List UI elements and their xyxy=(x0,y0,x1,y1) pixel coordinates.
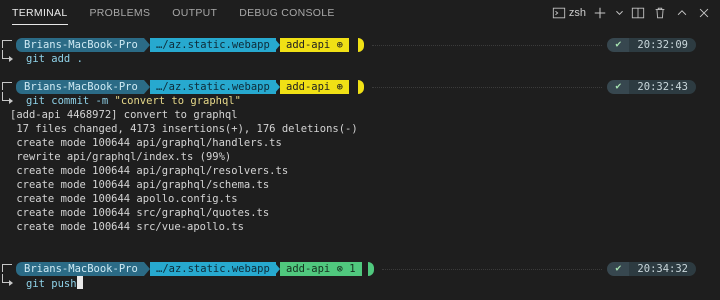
prompt-line: Brians-MacBook-Pro …/az.static.webapp ad… xyxy=(0,262,720,276)
status-ok-icon: ✔ xyxy=(607,80,630,94)
command-line: git push xyxy=(0,274,720,291)
terminal-icon xyxy=(551,5,567,21)
output-line: 17 files changed, 4173 insertions(+), 17… xyxy=(10,123,358,135)
close-icon[interactable] xyxy=(696,5,712,21)
prompt-bracket xyxy=(2,40,12,48)
prompt-status: ✔ 20:32:09 xyxy=(607,38,696,52)
prompt-time: 20:32:43 xyxy=(629,80,696,94)
panel-tab-bar: TERMINAL PROBLEMS OUTPUT DEBUG CONSOLE z… xyxy=(0,0,720,26)
output-line: create mode 100644 api/graphql/schema.ts xyxy=(10,179,270,191)
output-line: create mode 100644 api/graphql/handlers.… xyxy=(10,137,282,149)
shell-name: zsh xyxy=(568,7,586,19)
trash-icon[interactable] xyxy=(652,5,668,21)
prompt-path: …/az.static.webapp xyxy=(150,80,276,94)
output-line: create mode 100644 src/graphql/quotes.ts xyxy=(10,207,270,219)
tab-terminal[interactable]: TERMINAL xyxy=(0,0,79,26)
command-text: git commit -m "convert to graphql" xyxy=(26,94,241,108)
prompt-host: Brians-MacBook-Pro xyxy=(22,80,144,94)
shell-selector[interactable]: zsh xyxy=(551,5,586,21)
prompt-git-branch: add-api ⊕ xyxy=(280,38,349,52)
terminal-cursor xyxy=(76,276,83,289)
command-argument: "convert to graphql" xyxy=(114,95,241,107)
prompt-path: …/az.static.webapp xyxy=(150,262,276,276)
tab-debug-console[interactable]: DEBUG CONSOLE xyxy=(228,0,346,26)
command-text: git push xyxy=(26,276,83,291)
prompt-path: …/az.static.webapp xyxy=(150,38,276,52)
tab-output[interactable]: OUTPUT xyxy=(161,0,228,26)
prompt-host: Brians-MacBook-Pro xyxy=(22,38,144,52)
command-line: git commit -m "convert to graphql" xyxy=(0,92,720,108)
split-icon[interactable] xyxy=(630,5,646,21)
chevron-down-icon[interactable] xyxy=(614,5,624,21)
command-text: git add . xyxy=(26,53,83,65)
chevron-up-icon[interactable] xyxy=(674,5,690,21)
prompt-status: ✔ 20:34:32 xyxy=(607,262,696,276)
prompt-git-branch: add-api ⊗ 1 xyxy=(280,262,362,276)
plus-icon[interactable] xyxy=(592,5,608,21)
output-line: create mode 100644 src/vue-apollo.ts xyxy=(10,221,244,233)
prompt-line: Brians-MacBook-Pro …/az.static.webapp ad… xyxy=(0,38,720,52)
output-line: create mode 100644 api/graphql/resolvers… xyxy=(10,165,289,177)
prompt-line: Brians-MacBook-Pro …/az.static.webapp ad… xyxy=(0,80,720,94)
output-line: create mode 100644 apollo.config.ts xyxy=(10,193,238,205)
prompt-status: ✔ 20:32:43 xyxy=(607,80,696,94)
tab-problems[interactable]: PROBLEMS xyxy=(79,0,162,26)
prompt-time: 20:34:32 xyxy=(629,262,696,276)
output-line: [add-api 4468972] convert to graphql xyxy=(10,109,238,121)
command-line: git add . xyxy=(0,50,720,66)
status-ok-icon: ✔ xyxy=(607,262,630,276)
prompt-git-branch: add-api ⊕ xyxy=(280,80,349,94)
prompt-time: 20:32:09 xyxy=(629,38,696,52)
output-line: rewrite api/graphql/index.ts (99%) xyxy=(10,151,232,163)
prompt-host: Brians-MacBook-Pro xyxy=(22,262,144,276)
command-name: git commit -m xyxy=(26,95,115,107)
terminal-toolbar: zsh xyxy=(551,0,712,26)
command-name: git push xyxy=(26,278,77,290)
status-ok-icon: ✔ xyxy=(607,38,630,52)
